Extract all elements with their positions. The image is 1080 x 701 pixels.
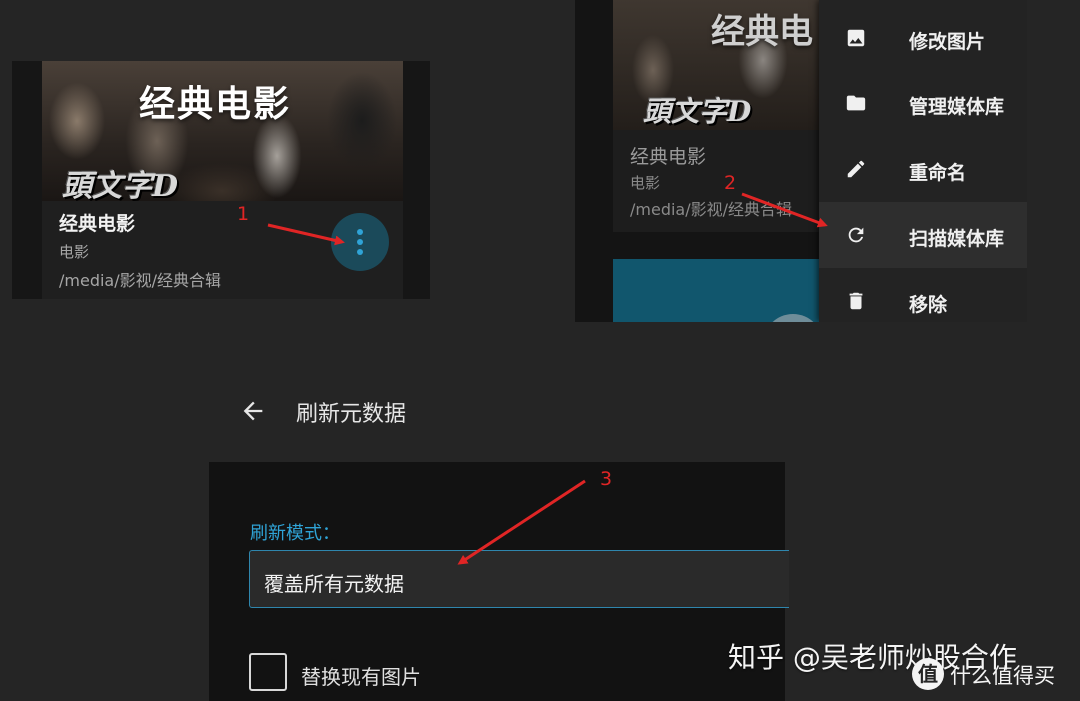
- smzdm-logo-icon: 值: [910, 656, 946, 692]
- annotation-number-3: 3: [600, 468, 613, 490]
- annotation-number-2: 2: [724, 172, 737, 194]
- annotation-arrows: [267, 192, 828, 565]
- svg-text:值: 值: [918, 662, 938, 686]
- annotation-number-1: 1: [237, 203, 250, 225]
- watermark-subtext: 什么值得买: [950, 664, 1055, 688]
- annotation-arrow-3: [457, 479, 586, 565]
- annotation-arrow-2: [741, 192, 828, 228]
- annotation-arrow-1: [267, 223, 345, 246]
